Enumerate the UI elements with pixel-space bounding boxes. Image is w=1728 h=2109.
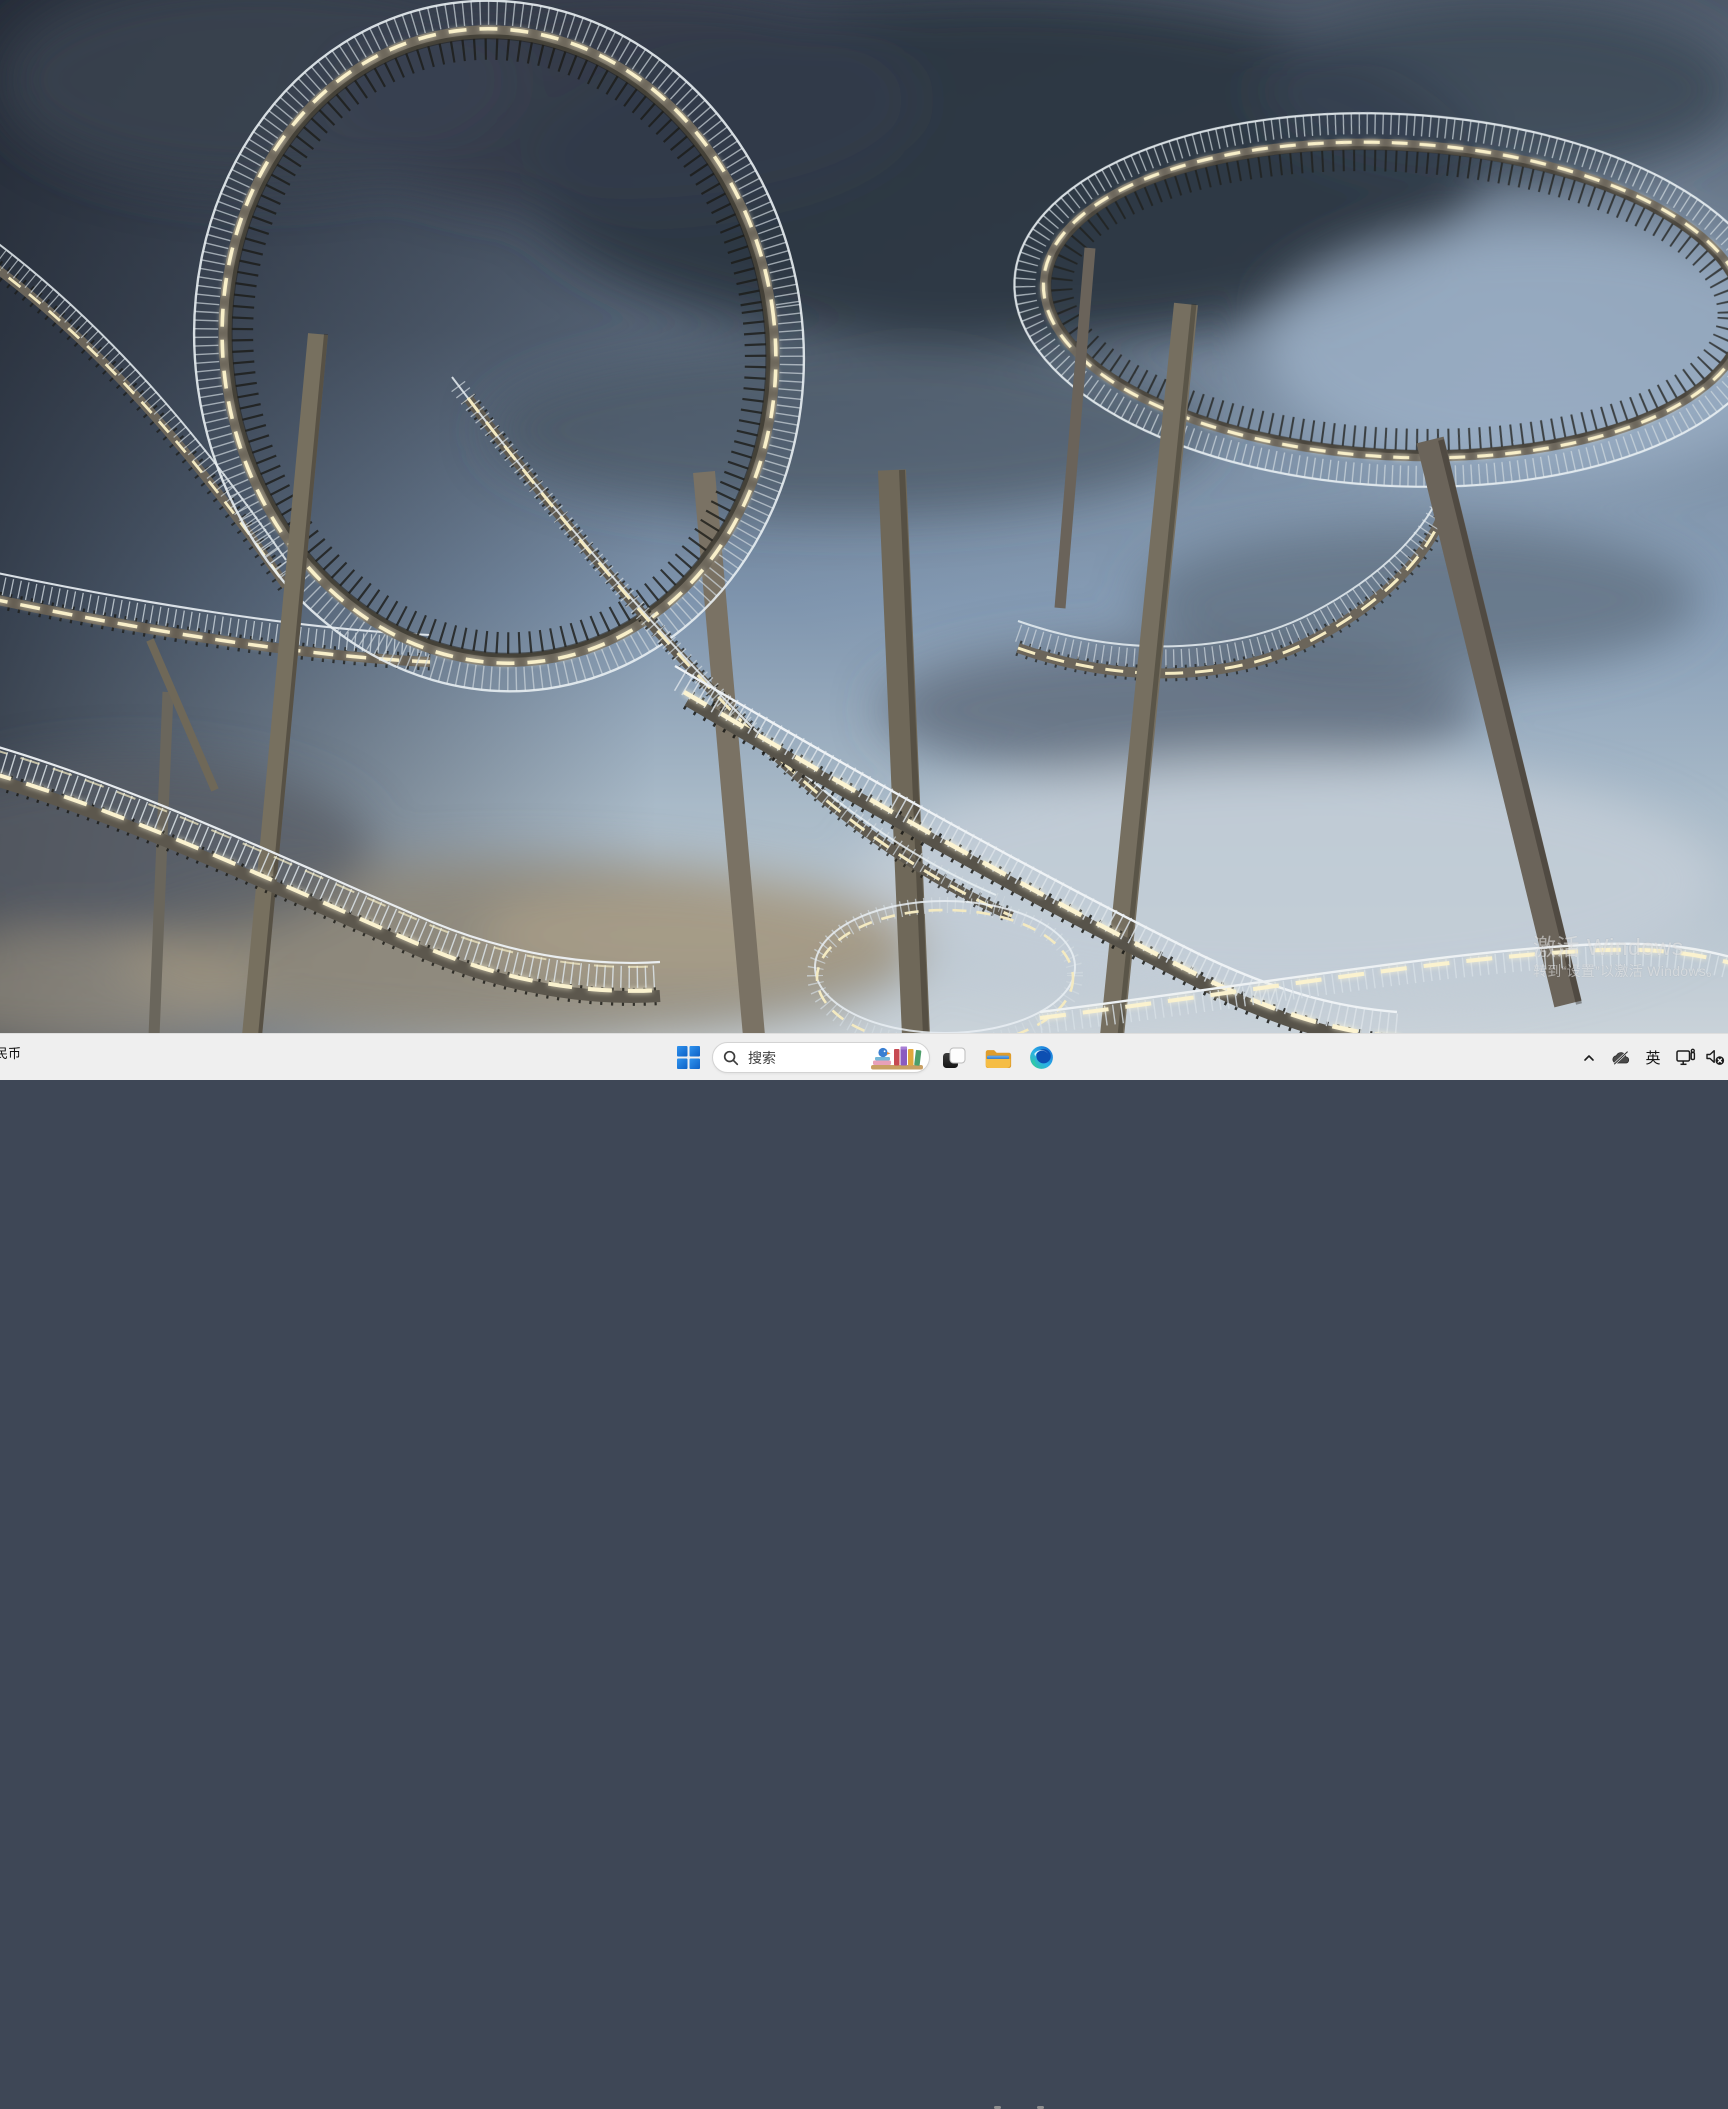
task-view-icon [941,1045,967,1071]
cloud-offline-icon [1611,1049,1632,1067]
tray-hidden-icons-button[interactable] [1576,1034,1602,1081]
task-view-button[interactable] [937,1034,971,1081]
windows-logo-icon [677,1046,700,1069]
search-placeholder: 搜索 [748,1048,863,1068]
ime-language-label: 英 [1645,1047,1660,1068]
file-explorer-icon [984,1045,1012,1070]
volume-muted-icon [1705,1048,1726,1067]
start-button[interactable] [669,1034,707,1081]
file-explorer-button[interactable] [980,1034,1016,1081]
tray-volume-button[interactable] [1701,1034,1728,1081]
desktop[interactable]: 激活 Windows 转到“设置”以激活 Windows。 [0,0,1728,1033]
chevron-up-icon [1581,1050,1597,1066]
taskbar-left-text[interactable]: 民币 [0,1043,21,1062]
edge-icon [1028,1044,1055,1071]
edge-button[interactable] [1023,1034,1059,1081]
search-box[interactable]: 搜索 [712,1042,930,1073]
tray-ime-button[interactable]: 英 [1639,1034,1667,1081]
taskbar: 民币 搜索 [0,1033,1728,1080]
network-ethernet-icon [1675,1048,1697,1068]
search-highlight-thumbnail[interactable] [863,1043,929,1072]
books-illustration-icon [863,1043,929,1072]
wallpaper-tiger-turtle [0,0,1728,1033]
search-icon [723,1050,739,1066]
tray-cloud-offline-button[interactable] [1606,1034,1636,1081]
tray-network-button[interactable] [1671,1034,1701,1081]
